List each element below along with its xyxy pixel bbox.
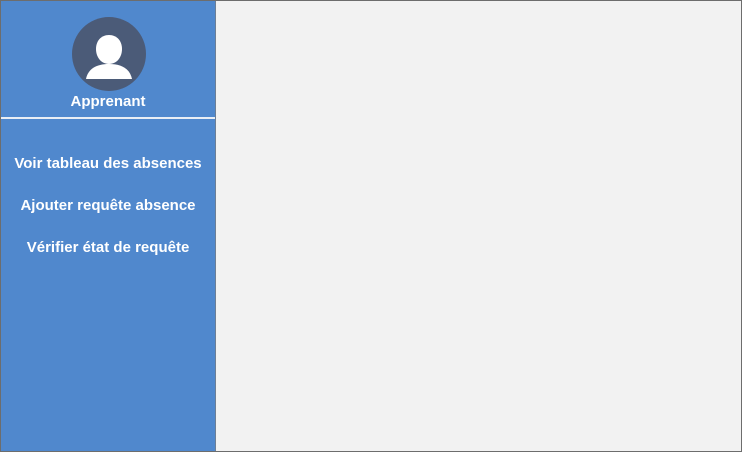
- sidebar-menu: Voir tableau des absences Ajouter requêt…: [1, 153, 215, 279]
- profile-panel: Apprenant: [1, 1, 215, 118]
- sidebar-item-view-absences[interactable]: Voir tableau des absences: [1, 153, 215, 175]
- app-window: Apprenant Voir tableau des absences Ajou…: [0, 0, 742, 452]
- main-content-area: [216, 1, 741, 451]
- sidebar-divider: [1, 117, 215, 119]
- sidebar: Apprenant Voir tableau des absences Ajou…: [1, 1, 216, 451]
- sidebar-item-check-request-status[interactable]: Vérifier état de requête: [1, 237, 215, 259]
- sidebar-item-add-absence-request[interactable]: Ajouter requête absence: [1, 195, 215, 217]
- user-avatar-icon: [72, 17, 146, 91]
- profile-role-label: Apprenant: [70, 93, 146, 110]
